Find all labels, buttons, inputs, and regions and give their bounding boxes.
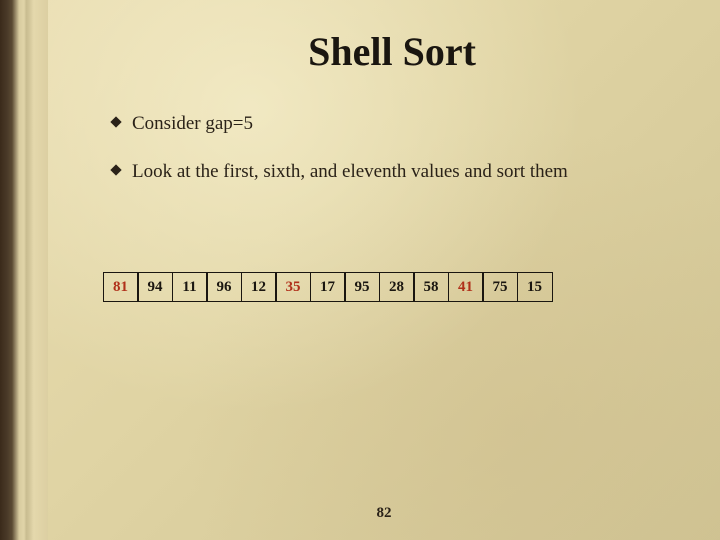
array-cell: 17 [310,272,346,302]
bullet-item: Look at the first, sixth, and eleventh v… [112,159,672,185]
page-number: 82 [48,505,720,522]
array-cell: 35 [275,272,311,302]
bullet-item: Consider gap=5 [112,111,672,137]
array-cell: 58 [413,272,449,302]
slide-title: Shell Sort [112,28,672,75]
array-cell: 41 [448,272,484,302]
array-cell: 96 [206,272,242,302]
array-row: 81 94 11 96 12 35 17 95 28 58 41 75 15 [104,272,672,302]
slide-page: Shell Sort Consider gap=5 Look at the fi… [48,0,720,540]
array-cell: 94 [137,272,173,302]
array-cell: 11 [172,272,208,302]
array-cell: 28 [379,272,415,302]
array-cell: 12 [241,272,277,302]
bullet-list: Consider gap=5 Look at the first, sixth,… [112,111,672,184]
array-cell: 95 [344,272,380,302]
book-spine [0,0,48,540]
array-cell: 15 [517,272,553,302]
array-cell: 75 [482,272,518,302]
array-cell: 81 [103,272,139,302]
